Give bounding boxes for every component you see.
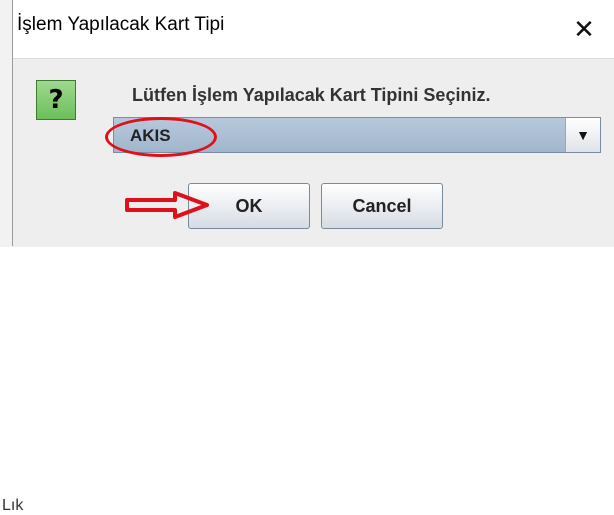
- background-partial-text: Lık: [2, 497, 24, 514]
- dialog-window: İşlem Yapılacak Kart Tipi ✕ ? Lütfen İşl…: [12, 0, 614, 247]
- prompt-label: Lütfen İşlem Yapılacak Kart Tipini Seçin…: [132, 85, 491, 105]
- dialog-content: ? Lütfen İşlem Yapılacak Kart Tipini Seç…: [13, 58, 614, 247]
- background-window-bottom: Lık: [0, 247, 614, 514]
- cancel-button[interactable]: Cancel: [321, 183, 443, 229]
- close-button[interactable]: ✕: [554, 0, 614, 58]
- annotation-ellipse: [105, 117, 217, 157]
- annotation-arrow-icon: [125, 191, 209, 219]
- chevron-down-icon: ▼: [576, 127, 590, 143]
- question-icon: ?: [36, 80, 76, 120]
- title-bar: İşlem Yapılacak Kart Tipi ✕: [13, 0, 614, 58]
- close-icon: ✕: [573, 13, 595, 44]
- dropdown-arrow-button[interactable]: ▼: [565, 118, 600, 152]
- window-title: İşlem Yapılacak Kart Tipi: [17, 14, 225, 35]
